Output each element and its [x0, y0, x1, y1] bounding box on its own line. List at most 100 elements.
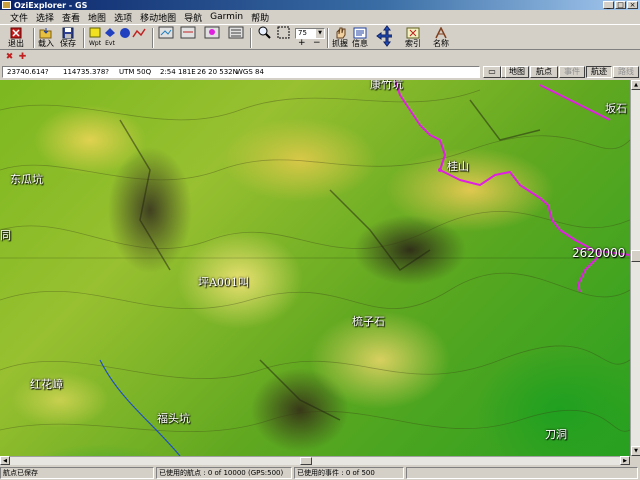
menu-navigation[interactable]: 导航 — [180, 11, 206, 24]
name-icon — [433, 26, 449, 39]
zoom-out-button[interactable]: − — [313, 39, 321, 48]
map-overlay — [0, 80, 630, 456]
coord-east: 2:54 181E — [160, 68, 196, 76]
menu-bar: 文件 选择 查看 地图 选项 移动地图 导航 Garmin 帮助 — [0, 10, 640, 24]
zoom-in-button[interactable]: + — [298, 39, 306, 48]
show-tool-button-1[interactable] — [158, 26, 174, 49]
vertical-scrollbar[interactable]: ▲ ▼ — [630, 80, 640, 456]
save-button[interactable]: 保存 — [60, 26, 76, 49]
window-title: OziExplorer - GS — [14, 0, 88, 10]
map-layer-icon — [158, 26, 174, 39]
close-button[interactable]: × — [627, 1, 638, 9]
main-toolbar: 退出 载入 保存 Wpt Evt 75 ▼ + − 抓握 信息 索引 名称 — [0, 24, 640, 50]
place-label: 红花嶂 — [30, 378, 63, 391]
index-icon — [405, 26, 421, 39]
mode-event-button[interactable]: 事件 — [559, 66, 585, 78]
screen-icon[interactable]: ▭ — [483, 66, 501, 78]
menu-options[interactable]: 选项 — [110, 11, 136, 24]
vertical-scroll-thumb[interactable] — [631, 250, 640, 262]
place-label: 桂山 — [447, 160, 469, 173]
load-icon — [38, 26, 54, 39]
place-label: 刀洞 — [545, 428, 567, 441]
track-icon — [131, 26, 147, 39]
gps-track — [394, 80, 630, 293]
place-label: 同 — [0, 229, 11, 242]
event-button[interactable]: Evt — [102, 26, 118, 49]
close-icon[interactable]: ✖ — [4, 52, 15, 62]
waypoint-icon — [87, 26, 103, 39]
move-arrows-icon — [376, 24, 392, 47]
status-events: 已使用的事件 : 0 of 500 — [294, 467, 404, 479]
coord-x: 23740.614? — [7, 68, 49, 76]
coord-y: 114735.378? — [63, 68, 110, 76]
info-button[interactable]: 信息 — [352, 26, 368, 49]
menu-select[interactable]: 选择 — [32, 11, 58, 24]
hand-icon — [332, 26, 348, 39]
place-label: 梳子石 — [352, 315, 385, 328]
zoom-in-icon: + — [298, 38, 306, 48]
mode-waypoint-button[interactable]: 航点 — [530, 66, 558, 78]
scroll-right-icon[interactable]: ▶ — [620, 456, 630, 465]
map-canvas[interactable]: 康竹坑 坂石 桂山 东瓜坑 同 2620000 坪A001叫 梳子石 红花嶂 福… — [0, 80, 630, 456]
show-tool-button-2[interactable] — [180, 26, 196, 49]
map-layer-icon — [180, 26, 196, 39]
status-bar: 航点已保存 已使用的航点 : 0 of 10000 (GPS:500) 已使用的… — [0, 466, 640, 480]
exit-button[interactable]: 退出 — [8, 26, 24, 49]
menu-garmin[interactable]: Garmin — [206, 12, 247, 22]
place-label: 福头坑 — [157, 412, 190, 425]
minimize-button[interactable]: _ — [603, 1, 614, 9]
magnifier-icon — [256, 26, 272, 39]
mode-map-button[interactable]: 地图 — [505, 66, 529, 78]
status-saved: 航点已保存 — [0, 467, 154, 479]
place-label: 康竹坑 — [370, 80, 403, 91]
grid-label: 2620000 — [572, 246, 626, 260]
scroll-up-icon[interactable]: ▲ — [631, 80, 640, 90]
menu-view[interactable]: 查看 — [58, 11, 84, 24]
title-bar: OziExplorer - GS _ □ × — [0, 0, 640, 10]
zoom-region-icon — [275, 26, 291, 39]
map-layer-icon — [228, 26, 244, 39]
event-icon — [102, 26, 118, 39]
place-label: 坂石 — [605, 102, 627, 115]
app-icon — [2, 1, 11, 9]
load-button[interactable]: 载入 — [38, 26, 54, 49]
chevron-down-icon: ▼ — [316, 29, 324, 38]
coord-north: 26 20 532N — [197, 68, 238, 76]
exit-icon — [8, 26, 24, 39]
status-extra — [406, 467, 638, 479]
coordinate-readout: 23740.614? 114735.378? UTM 50Q 2:54 181E… — [2, 66, 480, 78]
map-layer-icon — [204, 26, 220, 39]
menu-help[interactable]: 帮助 — [247, 11, 273, 24]
save-icon — [60, 26, 76, 39]
scroll-down-icon[interactable]: ▼ — [631, 446, 640, 456]
maximize-button[interactable]: □ — [615, 1, 626, 9]
status-waypoints: 已使用的航点 : 0 of 10000 (GPS:500) — [156, 467, 292, 479]
menu-moving-map[interactable]: 移动地图 — [136, 11, 180, 24]
zoom-out-icon: − — [313, 38, 321, 48]
menu-map[interactable]: 地图 — [84, 11, 110, 24]
mode-track-button[interactable]: 航迹 — [586, 66, 612, 78]
move-button[interactable] — [376, 24, 392, 47]
horizontal-scroll-thumb[interactable] — [300, 457, 312, 465]
scroll-corner — [630, 456, 640, 465]
track-tool-button[interactable] — [131, 26, 147, 49]
grab-button[interactable]: 抓握 — [332, 26, 348, 49]
name-button[interactable]: 名称 — [433, 26, 449, 49]
show-tool-button-3[interactable] — [204, 26, 220, 49]
show-tool-button-4[interactable] — [228, 26, 244, 49]
secondary-toolbar: ✖ ✚ — [0, 50, 640, 64]
add-marker-icon[interactable]: ✚ — [17, 52, 28, 62]
menu-file[interactable]: 文件 — [6, 11, 32, 24]
index-button[interactable]: 索引 — [405, 26, 421, 49]
river-line — [99, 359, 181, 456]
mode-route-button[interactable]: 路线 — [613, 66, 639, 78]
zoom-tool-button[interactable] — [256, 26, 272, 39]
place-label: 坪A001叫 — [198, 276, 249, 289]
waypoint-button[interactable]: Wpt — [87, 26, 103, 49]
coordinate-bar: 23740.614? 114735.378? UTM 50Q 2:54 181E… — [0, 65, 640, 79]
zoom-region-button[interactable] — [275, 26, 291, 39]
coord-zone: UTM 50Q — [119, 68, 152, 76]
coord-datum: WGS 84 — [236, 68, 264, 76]
scroll-left-icon[interactable]: ◀ — [0, 456, 10, 465]
horizontal-scrollbar[interactable]: ◀ ▶ — [0, 456, 630, 465]
